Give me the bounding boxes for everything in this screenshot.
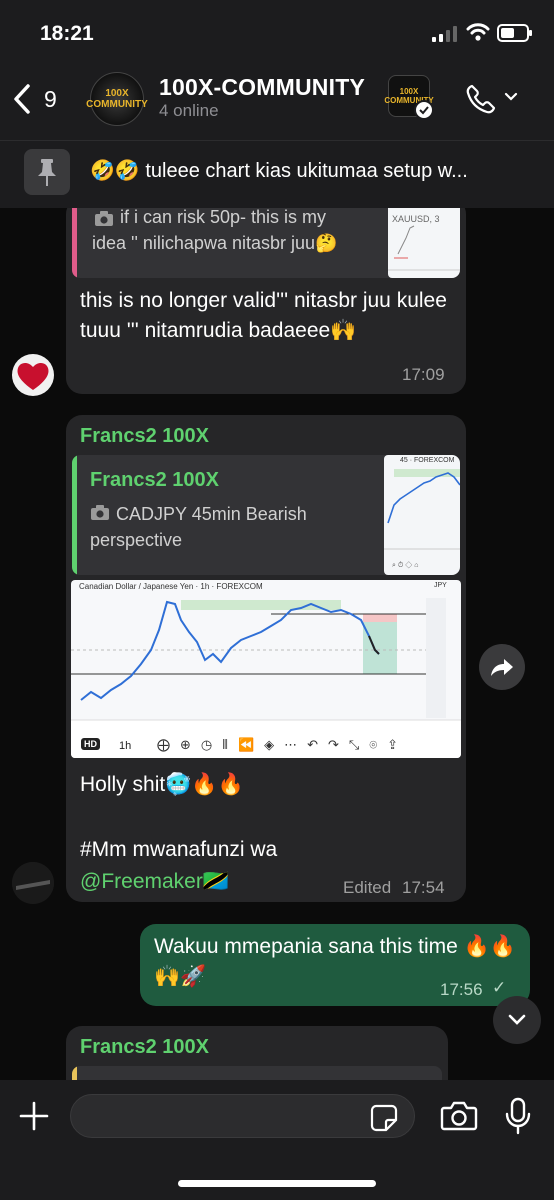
sender-avatar[interactable] [12,862,54,904]
wifi-icon [466,23,490,41]
quoted-image-thumbnail: XAUUSD, 3 [388,208,460,278]
verified-badge-icon [414,100,434,120]
message-input[interactable] [70,1094,415,1138]
chat-title[interactable]: 100X-COMMUNITY [159,74,365,101]
quoted-image-thumbnail: 45 · FOREXCOM ⌕ ⏱ ◇ ⌂ [384,455,460,575]
edited-label: Edited [343,878,392,897]
chart-image[interactable]: Canadian Dollar / Japanese Yen · 1h · FO… [71,580,461,758]
scroll-to-bottom-button[interactable] [493,996,541,1044]
message-composer [0,1080,554,1200]
message-bubble[interactable]: Francs2 100X Francs2 100X CADJPY 45min B… [66,415,466,902]
back-button[interactable]: 9 [12,80,72,120]
message-bubble[interactable]: if i can risk 50p- this is my idea '' ni… [66,208,466,394]
phone-icon[interactable] [464,82,498,116]
message-text-line2: #Mm mwanafunzi wa [80,838,278,861]
chevron-down-icon[interactable] [504,92,518,102]
plus-icon[interactable] [18,1100,50,1132]
mention-link[interactable]: @Freemaker [80,870,203,893]
forward-button[interactable] [479,644,525,690]
camera-icon[interactable] [440,1100,478,1132]
unread-count: 9 [44,86,57,112]
message-list[interactable]: if i can risk 50p- this is my idea '' ni… [0,208,554,1080]
quoted-message[interactable] [72,1066,442,1080]
avatar-logo-text: 100X COMMUNITY [86,88,148,110]
chevron-left-icon [14,84,30,114]
sender-avatar[interactable] [12,354,54,396]
message-time: 17:56 [440,980,483,999]
status-bar: 18:21 [0,0,554,62]
pin-icon [24,149,70,195]
mention-line: @Freemaker🇹🇿 [80,867,229,897]
message-text: this is no longer valid''' nitasbr juu k… [80,289,447,342]
microphone-icon[interactable] [505,1097,531,1135]
message-time: 17:54 [402,878,445,897]
forward-icon [491,659,513,676]
group-avatar[interactable]: 100X COMMUNITY [86,72,148,126]
flag-emoji: 🇹🇿 [202,870,229,893]
message-text-line1: Holly shit🥶🔥🔥 [80,773,244,796]
quoted-message[interactable]: if i can risk 50p- this is my idea '' ni… [72,208,460,278]
svg-text:⌕ ⏱ ◇ ⌂: ⌕ ⏱ ◇ ⌂ [392,561,418,569]
outgoing-message-bubble[interactable]: Wakuu mmepania sana this time 🔥🔥🙌🚀 17:56… [140,924,530,1006]
sender-name[interactable]: Francs2 100X [80,425,209,448]
cellular-signal-icon [432,26,457,42]
online-status: 4 online [159,101,219,120]
pinned-text: 🤣🤣 tuleee chart kias ukitumaa setup w... [90,160,468,182]
home-indicator [178,1180,376,1187]
battery-icon [497,24,532,42]
quoted-sender-name: Francs2 100X [90,469,219,491]
quoted-text: CADJPY 45min Bearish perspective [90,504,307,550]
sticker-icon[interactable] [370,1104,398,1132]
hd-badge: HD [81,738,100,750]
chat-header: 9 100X COMMUNITY 100X-COMMUNITY 4 online… [0,62,554,140]
delivered-tick-icon: ✓ [492,978,507,997]
quoted-text: if i can risk 50p- this is my idea '' ni… [92,208,338,253]
message-bubble[interactable]: Francs2 100X [66,1026,448,1080]
message-time: 17:09 [402,365,445,384]
pinned-message[interactable]: 🤣🤣 tuleee chart kias ukitumaa setup w... [0,140,554,208]
chart-toolbar-icons: ⨁⊕◷⦀⏪◈⋯↶↷⤡⌾⇪ [157,737,409,752]
status-time: 18:21 [40,22,94,45]
sender-name[interactable]: Francs2 100X [80,1036,209,1059]
quoted-message[interactable]: Francs2 100X CADJPY 45min Bearish perspe… [72,455,460,575]
interval-label: 1h [119,740,132,752]
chevron-down-icon [508,1014,526,1025]
